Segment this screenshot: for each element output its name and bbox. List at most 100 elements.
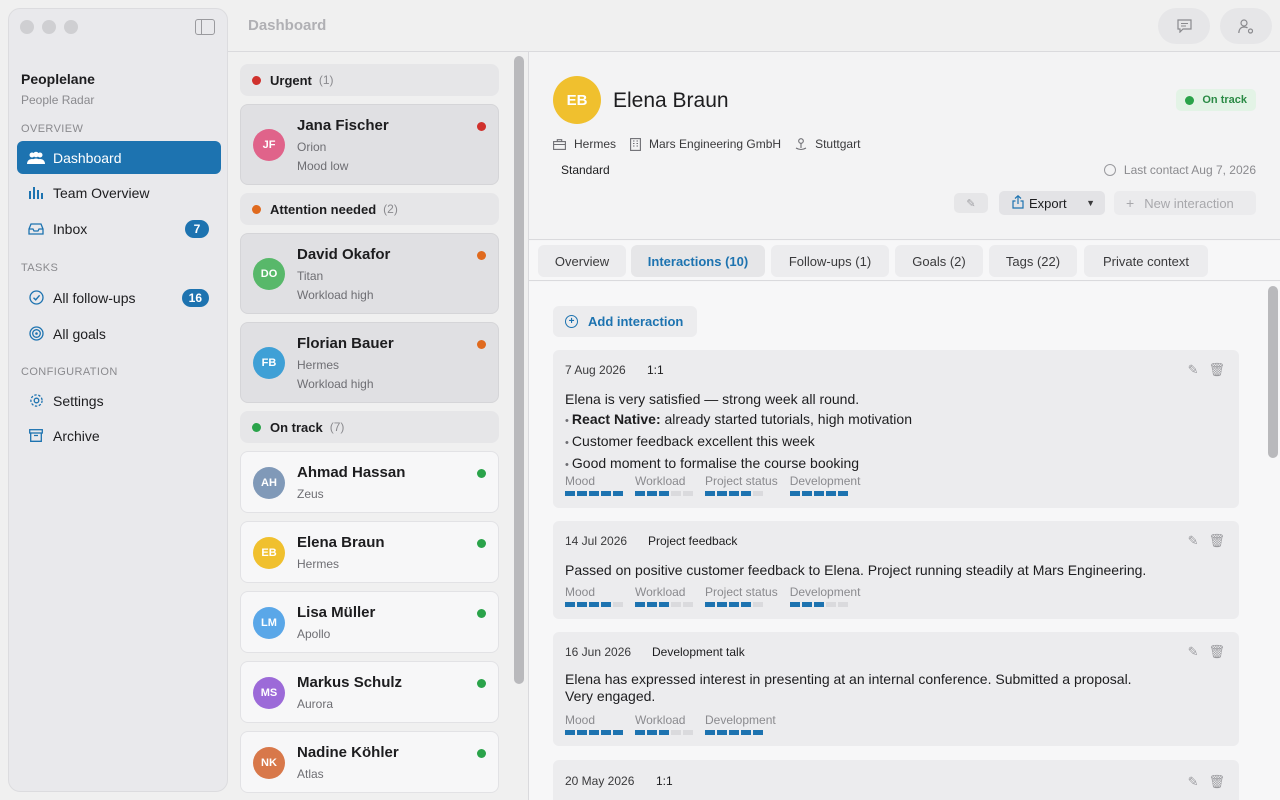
- person-card-jana-fischer[interactable]: JF Jana Fischer Orion Mood low: [240, 104, 499, 185]
- minimize-window-button[interactable]: [42, 20, 56, 34]
- last-contact: Last contact Aug 7, 2026: [1103, 163, 1256, 177]
- company-label: Mars Engineering GmbH: [649, 137, 782, 151]
- rating-segment: [837, 491, 848, 496]
- interaction-actions: ✎ 🗑: [1188, 774, 1225, 790]
- person-name: David Okafor: [297, 246, 391, 263]
- group-header-urgent[interactable]: Urgent (1): [240, 64, 499, 96]
- new-interaction-button[interactable]: + New interaction: [1114, 191, 1256, 215]
- scrollbar-thumb[interactable]: [514, 56, 524, 684]
- chat-button[interactable]: [1158, 8, 1210, 44]
- interaction-date: 20 May 2026: [565, 774, 635, 788]
- sidebar-item-inbox[interactable]: Inbox 7: [17, 212, 221, 245]
- status-dot: [477, 122, 486, 131]
- rating-segment: [717, 602, 727, 607]
- person-card-florian-bauer[interactable]: FB Florian Bauer Hermes Workload high: [240, 322, 499, 403]
- interaction-card[interactable]: 14 Jul 2026 Project feedback ✎ 🗑 Passed …: [553, 521, 1239, 619]
- meta-row: Hermes Mars Engineering GmbH Stuttgart: [553, 137, 874, 151]
- metric-project-status: Project status: [705, 474, 778, 496]
- edit-person-button[interactable]: ✎: [954, 193, 988, 213]
- tab-overview[interactable]: Overview: [538, 245, 626, 277]
- pencil-icon[interactable]: ✎: [1188, 644, 1199, 660]
- interactions-scrollbar[interactable]: [1268, 286, 1278, 458]
- rating-segment: [705, 730, 715, 735]
- pencil-icon[interactable]: ✎: [1188, 774, 1199, 790]
- trash-icon[interactable]: 🗑: [1208, 533, 1225, 549]
- sidebar-item-settings[interactable]: Settings: [17, 384, 221, 417]
- tab-interactions[interactable]: Interactions (10): [631, 245, 765, 277]
- sidebar-item-dashboard[interactable]: Dashboard: [17, 141, 221, 174]
- group-header-attention-needed[interactable]: Attention needed (2): [240, 193, 499, 225]
- sidebar-toggle-icon[interactable]: [195, 19, 215, 35]
- rating-segment: [589, 730, 599, 735]
- person-card-lisa-muller[interactable]: LM Lisa Müller Apollo: [240, 591, 499, 653]
- chevron-down-icon[interactable]: ▼: [1086, 198, 1095, 208]
- tab-private-context[interactable]: Private context: [1084, 245, 1208, 277]
- person-card-ahmad-hassan[interactable]: AH Ahmad Hassan Zeus: [240, 451, 499, 513]
- sidebar-item-archive[interactable]: Archive: [17, 419, 221, 452]
- rating-segment: [741, 730, 751, 735]
- interaction-text: Elena is very satisfied — strong week al…: [565, 391, 860, 407]
- metric-mood: Mood: [565, 474, 623, 496]
- status-dot: [477, 251, 486, 260]
- group-label: On track: [270, 419, 323, 435]
- metric-workload: Workload: [635, 713, 693, 735]
- interaction-type: 1:1: [656, 774, 673, 788]
- user-settings-button[interactable]: [1220, 8, 1272, 44]
- person-name: Elena Braun: [297, 534, 385, 551]
- pencil-icon[interactable]: ✎: [1188, 362, 1199, 378]
- interaction-date: 14 Jul 2026: [565, 534, 628, 548]
- tab-goals[interactable]: Goals (2): [895, 245, 983, 277]
- zoom-window-button[interactable]: [64, 20, 78, 34]
- detail-tabs: Overview Interactions (10) Follow-ups (1…: [529, 241, 1280, 281]
- people-list-scrollbar[interactable]: [514, 56, 524, 796]
- person-name: Jana Fischer: [297, 117, 389, 134]
- person-note: Workload high: [297, 377, 374, 391]
- group-count: (7): [329, 420, 345, 434]
- pencil-icon: ✎: [966, 197, 976, 210]
- person-card-nadine-kohler[interactable]: NK Nadine Köhler Atlas: [240, 731, 499, 793]
- metric-rating-bar: [635, 730, 693, 735]
- sidebar-item-label: All goals: [53, 325, 106, 342]
- sidebar-item-all-goals[interactable]: All goals: [17, 317, 221, 350]
- tab-follow-ups[interactable]: Follow-ups (1): [771, 245, 889, 277]
- rating-segment: [635, 491, 645, 496]
- rating-segment: [659, 730, 669, 735]
- bullet-text: already started tutorials, high motivati…: [660, 411, 912, 427]
- metric-rating-bar: [789, 602, 861, 607]
- clock-icon: [1103, 164, 1116, 176]
- metric-rating-bar: [565, 491, 623, 496]
- brand-name: Peoplelane: [21, 71, 95, 87]
- interaction-body: Passed on positive customer feedback to …: [565, 560, 1219, 580]
- bullet-item: React Native: already started tutorials,…: [565, 409, 1179, 431]
- rating-segment: [683, 730, 693, 735]
- export-button[interactable]: Export ▼: [999, 191, 1105, 215]
- rating-segment: [589, 491, 599, 496]
- interaction-card[interactable]: 20 May 2026 1:1 ✎ 🗑: [553, 760, 1239, 800]
- close-window-button[interactable]: [20, 20, 34, 34]
- rating-segment: [741, 491, 751, 496]
- rating-segment: [659, 602, 669, 607]
- interaction-card[interactable]: 7 Aug 2026 1:1 ✎ 🗑 Elena is very satisfi…: [553, 350, 1239, 508]
- avatar: JF: [253, 129, 285, 161]
- rating-segment: [613, 491, 623, 496]
- tab-tags[interactable]: Tags (22): [989, 245, 1077, 277]
- person-card-markus-schulz[interactable]: MS Markus Schulz Aurora: [240, 661, 499, 723]
- group-header-on-track[interactable]: On track (7): [240, 411, 499, 443]
- check-circle-icon: [27, 289, 45, 307]
- trash-icon[interactable]: 🗑: [1208, 362, 1225, 378]
- trash-icon[interactable]: 🗑: [1208, 644, 1225, 660]
- rating-segment: [801, 491, 812, 496]
- sidebar-item-all-follow-ups[interactable]: All follow-ups 16: [17, 281, 221, 314]
- interaction-card[interactable]: 16 Jun 2026 Development talk ✎ 🗑 Elena h…: [553, 632, 1239, 746]
- person-card-elena-braun[interactable]: EB Elena Braun Hermes: [240, 521, 499, 583]
- person-card-david-okafor[interactable]: DO David Okafor Titan Workload high: [240, 233, 499, 314]
- group-label: Urgent: [270, 72, 312, 88]
- interaction-actions: ✎ 🗑: [1188, 644, 1225, 660]
- metric-development: Development: [789, 474, 860, 496]
- trash-icon[interactable]: 🗑: [1208, 774, 1225, 790]
- add-interaction-button[interactable]: + Add interaction: [553, 306, 697, 337]
- pencil-icon[interactable]: ✎: [1188, 533, 1199, 549]
- sidebar-item-team-overview[interactable]: Team Overview: [17, 176, 221, 209]
- people-icon: [27, 149, 45, 167]
- bullet-item: Customer feedback excellent this week: [565, 431, 1179, 453]
